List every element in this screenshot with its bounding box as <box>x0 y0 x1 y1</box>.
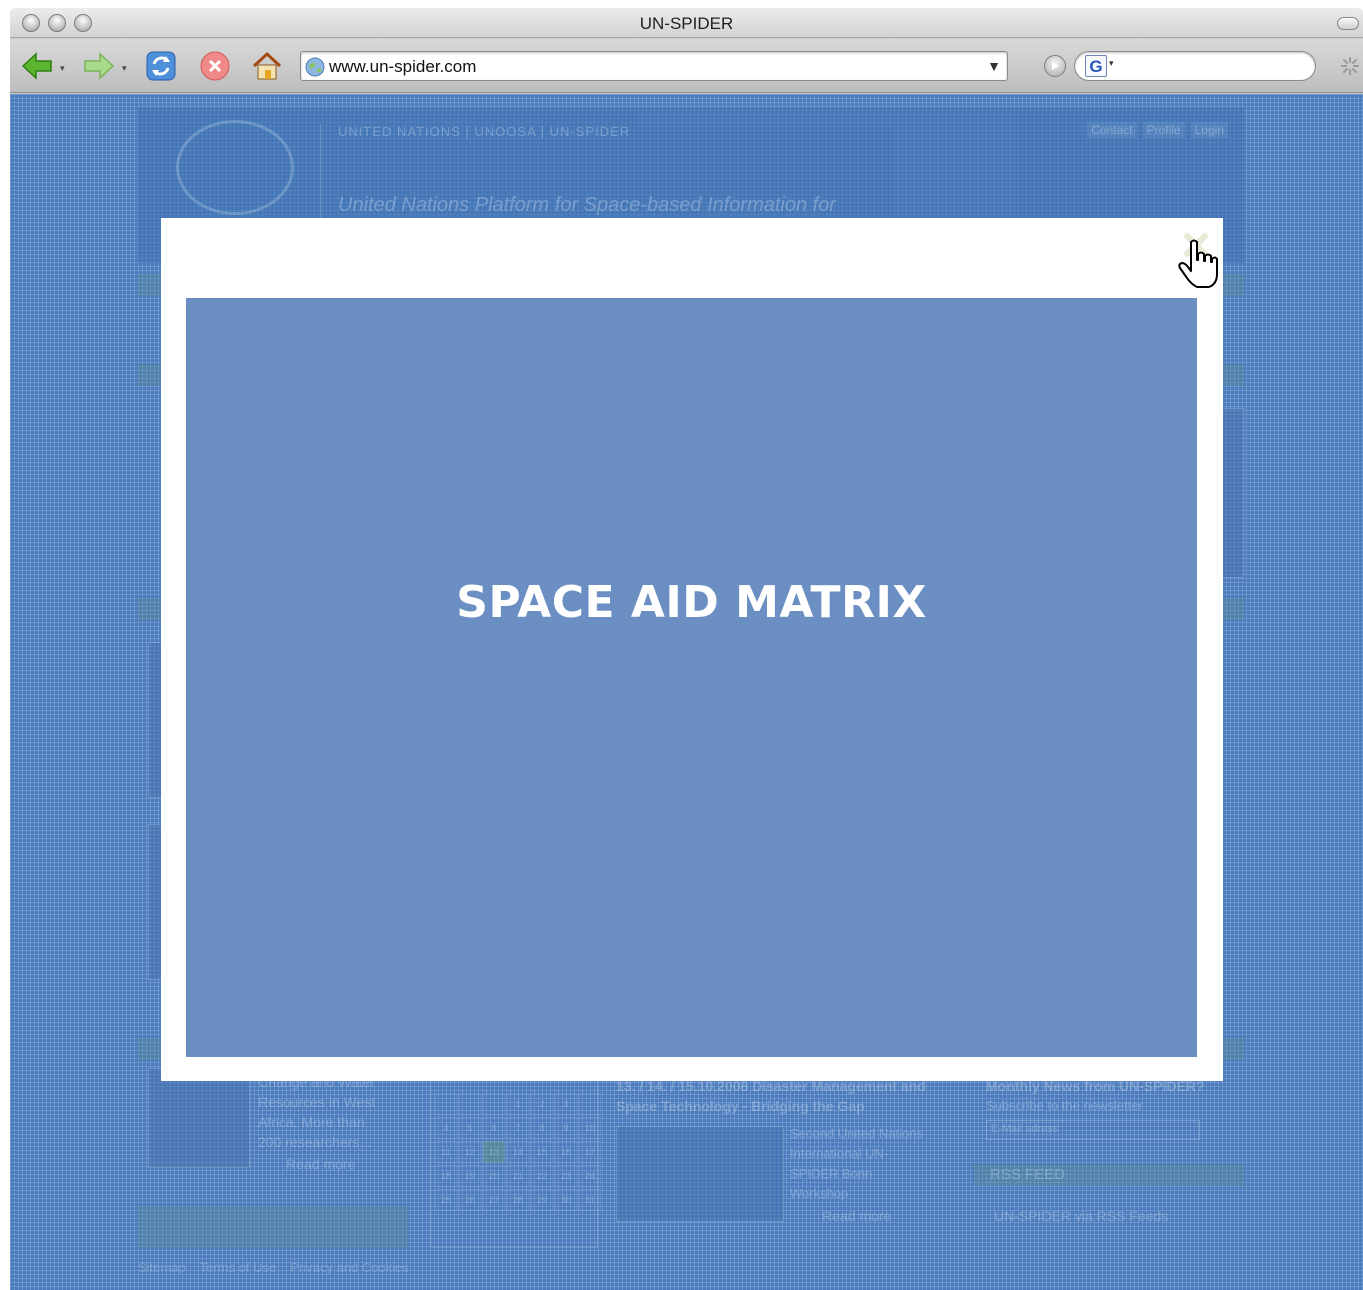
login-link[interactable]: Login <box>1190 122 1228 138</box>
calendar-day <box>459 1093 481 1115</box>
calendar-day[interactable]: 28 <box>507 1189 529 1211</box>
search-bar[interactable]: G ▾ <box>1074 51 1316 81</box>
browser-window: UN-SPIDER ▾ ▾ www.un-spider.com ▼ G ▾ UN… <box>10 8 1363 1290</box>
url-bar[interactable]: www.un-spider.com ▼ <box>300 51 1008 81</box>
calendar-day[interactable]: 26 <box>459 1189 481 1211</box>
forward-history-arrow-icon[interactable]: ▾ <box>122 63 127 74</box>
calendar-day[interactable]: 27 <box>483 1189 505 1211</box>
page-viewport: UNITED NATIONS | UNOOSA | UN-SPIDER Unit… <box>10 94 1363 1290</box>
lightbox-modal: SPACE AID MATRIX <box>161 218 1223 1081</box>
calendar-day[interactable]: 23 <box>555 1165 577 1187</box>
calendar-day[interactable]: 13 <box>483 1141 505 1163</box>
calendar-day[interactable]: 24 <box>579 1165 601 1187</box>
calendar-day[interactable]: 15 <box>531 1141 553 1163</box>
rss-link[interactable]: UN-SPIDER via RSS Feeds <box>994 1206 1168 1226</box>
calendar-day[interactable]: 5 <box>459 1117 481 1139</box>
calendar-day[interactable]: 1 <box>507 1093 529 1115</box>
news-excerpt: Change and Water Resources in West Afric… <box>258 1072 375 1152</box>
calendar-day[interactable]: 29 <box>531 1189 553 1211</box>
calendar-day[interactable]: 12 <box>459 1141 481 1163</box>
stop-icon <box>200 51 230 81</box>
un-emblem-icon <box>176 120 294 215</box>
search-engine-dropdown-icon[interactable]: ▾ <box>1109 58 1114 69</box>
back-arrow-icon <box>21 52 52 80</box>
google-icon[interactable]: G <box>1085 55 1107 77</box>
event-line: Second United Nations <box>790 1126 923 1141</box>
news-line: Africa. More than <box>258 1114 365 1130</box>
back-button[interactable] <box>18 47 56 85</box>
calendar-day[interactable]: 16 <box>555 1141 577 1163</box>
calendar-day[interactable]: 18 <box>435 1165 457 1187</box>
profile-link[interactable]: Profile <box>1142 122 1185 138</box>
url-text[interactable]: www.un-spider.com <box>329 57 476 77</box>
event-line: International UN- <box>790 1146 889 1161</box>
event-line: SPIDER Bonn <box>790 1166 873 1181</box>
event-line: Workshop <box>790 1186 849 1201</box>
spinner-icon <box>1341 57 1359 75</box>
close-x-icon[interactable] <box>1181 230 1211 260</box>
calendar-day[interactable]: 14 <box>507 1141 529 1163</box>
left-footer-bar <box>138 1206 408 1248</box>
news-thumbnail <box>148 1068 250 1168</box>
url-history-dropdown-icon[interactable]: ▼ <box>987 58 1001 74</box>
newsletter-subtext: Subscribe to the newsletter <box>986 1098 1143 1113</box>
calendar-day <box>483 1093 505 1115</box>
reload-button[interactable] <box>142 47 180 85</box>
footer-links: Sitemap Terms of Use Privacy and Cookies <box>138 1260 409 1275</box>
calendar-day <box>579 1093 601 1115</box>
calendar-day[interactable]: 17 <box>579 1141 601 1163</box>
window-title: UN-SPIDER <box>639 14 734 33</box>
calendar-day[interactable]: 9 <box>555 1117 577 1139</box>
go-button[interactable] <box>1044 55 1066 77</box>
calendar-day[interactable]: 3 <box>555 1093 577 1115</box>
brand-text: UNITED NATIONS | UNOOSA | UN-SPIDER <box>338 124 631 139</box>
calendar-day[interactable]: 25 <box>435 1189 457 1211</box>
forward-arrow-icon <box>84 52 115 80</box>
rss-heading: RSS FEED <box>990 1166 1066 1183</box>
calendar-day[interactable]: 10 <box>579 1117 601 1139</box>
calendar-day[interactable]: 8 <box>531 1117 553 1139</box>
browser-toolbar: ▾ ▾ www.un-spider.com ▼ G ▾ <box>10 39 1363 93</box>
forward-button[interactable] <box>80 47 118 85</box>
modal-title: SPACE AID MATRIX <box>456 577 927 628</box>
event-read-more-link[interactable]: Read more <box>822 1206 891 1226</box>
calendar-day[interactable]: 7 <box>507 1117 529 1139</box>
event-headline[interactable]: 13. / 14. / 15.10.2008 Disaster Manageme… <box>616 1076 946 1116</box>
read-more-link[interactable]: Read more <box>286 1154 355 1174</box>
top-links: Contact Profile Login <box>1087 122 1228 138</box>
globe-icon <box>305 57 325 77</box>
home-button[interactable] <box>248 47 286 85</box>
calendar-day[interactable]: 31 <box>579 1189 601 1211</box>
back-history-arrow-icon[interactable]: ▾ <box>60 63 65 74</box>
calendar-day[interactable]: 11 <box>435 1141 457 1163</box>
sitemap-link[interactable]: Sitemap <box>138 1260 186 1275</box>
partner-logos <box>616 1126 784 1222</box>
calendar-day[interactable]: 4 <box>435 1117 457 1139</box>
calendar-day[interactable]: 21 <box>507 1165 529 1187</box>
calendar-day <box>435 1093 457 1115</box>
home-icon <box>252 51 282 80</box>
contact-link[interactable]: Contact <box>1087 122 1137 138</box>
tagline: United Nations Platform for Space-based … <box>338 194 837 216</box>
privacy-link[interactable]: Privacy and Cookies <box>290 1260 409 1275</box>
news-line: Resources in West <box>258 1094 376 1110</box>
terms-link[interactable]: Terms of Use <box>200 1260 277 1275</box>
calendar-day[interactable]: 2 <box>531 1093 553 1115</box>
calendar-day[interactable]: 6 <box>483 1117 505 1139</box>
stop-button[interactable] <box>196 47 234 85</box>
calendar-day[interactable]: 19 <box>459 1165 481 1187</box>
modal-content: SPACE AID MATRIX <box>186 298 1197 1057</box>
news-line: 200 researchers... <box>258 1134 371 1150</box>
calendar-day[interactable]: 20 <box>483 1165 505 1187</box>
reload-icon <box>146 51 176 81</box>
calendar-day[interactable]: 30 <box>555 1189 577 1211</box>
calendar-day[interactable]: 22 <box>531 1165 553 1187</box>
title-bar: UN-SPIDER <box>10 8 1363 38</box>
newsletter-email-field[interactable]: E-Mail adress <box>986 1120 1200 1140</box>
event-excerpt: Second United Nations International UN- … <box>790 1124 923 1204</box>
toolbar-toggle-button[interactable] <box>1337 17 1359 30</box>
event-calendar: October 12345678910111213141516171819202… <box>430 1064 601 1248</box>
calendar-grid: 1 2 3 4 5 6 7 8 9 10 11 12 13 14 15 16 17 18 19 20 21 22 23 24 2… <box>435 1093 601 1211</box>
